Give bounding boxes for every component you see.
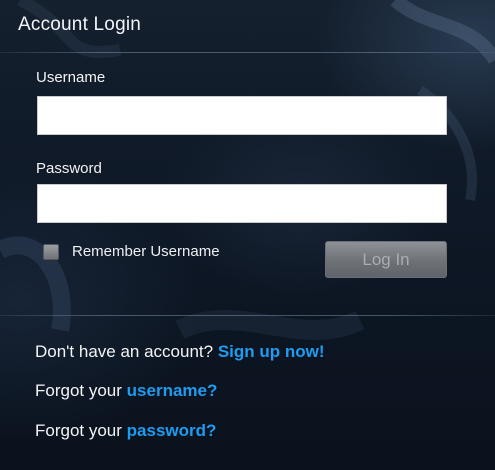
- forgot-username-prefix: Forgot your: [35, 381, 122, 400]
- login-panel: Account Login Username Password Remember…: [0, 0, 495, 470]
- remember-username-row[interactable]: Remember Username: [43, 243, 220, 260]
- title-divider: [0, 52, 495, 53]
- signup-prefix: Don't have an account?: [35, 342, 214, 361]
- forgot-password-prefix: Forgot your: [35, 421, 122, 440]
- help-divider: [0, 315, 495, 316]
- signup-line: Don't have an account? Sign up now!: [35, 342, 325, 362]
- username-input[interactable]: [37, 96, 447, 135]
- forgot-password-link[interactable]: password?: [127, 421, 217, 440]
- signup-link[interactable]: Sign up now!: [218, 342, 325, 361]
- username-label: Username: [36, 69, 106, 86]
- forgot-username-line: Forgot your username?: [35, 381, 217, 401]
- password-label: Password: [36, 160, 102, 177]
- remember-username-label[interactable]: Remember Username: [72, 243, 220, 260]
- forgot-username-link[interactable]: username?: [127, 381, 218, 400]
- login-button[interactable]: Log In: [325, 241, 447, 278]
- remember-username-checkbox[interactable]: [43, 243, 59, 260]
- password-input[interactable]: [37, 184, 447, 223]
- dialog-title: Account Login: [18, 14, 142, 35]
- forgot-password-line: Forgot your password?: [35, 421, 216, 441]
